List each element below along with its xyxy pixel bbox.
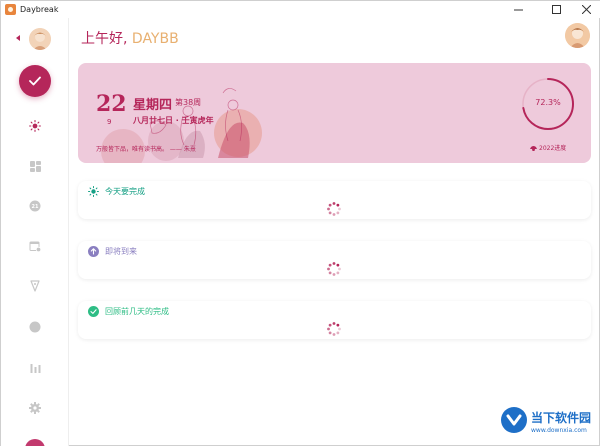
sidebar-item-circle[interactable] [28,320,42,334]
gear-icon [29,402,41,414]
sidebar-item-today[interactable] [28,119,42,133]
greeting-prefix: 上午好, [81,31,132,47]
day-number: 22 [96,91,127,117]
watermark-name: 当下软件园 [531,411,592,425]
calendar-icon [29,241,41,252]
sun-icon [29,120,41,132]
stats-icon [30,363,40,373]
month-number: 9 [107,118,112,126]
pin-icon [30,280,40,292]
sun-icon [88,186,99,197]
page-title: 上午好, DAYBB [81,28,179,48]
title-bar: Daybreak [1,1,600,18]
loading-spinner-icon [327,202,341,216]
section-upcoming: 即将到来 [78,241,591,279]
lunar-date: 八月廿七日 · 壬寅虎年 [133,116,214,125]
maximize-button[interactable] [542,1,570,18]
minimize-icon [513,9,523,11]
window-title: Daybreak [20,5,59,14]
minimize-button[interactable] [504,1,532,18]
sidebar-item-pin[interactable] [28,279,42,293]
countdown-icon: 21 [29,200,41,212]
section-header[interactable]: 今天要完成 [88,186,145,197]
app-window: Daybreak 21 上午好, DAYBB 22 9 星期四 第38周 八月廿… [0,0,600,446]
user-name: DAYBB [131,31,179,47]
section-header[interactable]: 即将到来 [88,246,137,257]
section-title: 即将到来 [105,247,137,256]
sidebar: 21 [1,18,69,446]
loading-spinner-icon [327,322,341,336]
year-progress-value: 72.3% [535,98,561,107]
close-icon [581,5,591,14]
add-task-button[interactable] [19,65,51,97]
loading-spinner-icon [327,262,341,276]
sidebar-item-calendar[interactable] [28,239,42,253]
sidebar-item-stats[interactable] [28,360,42,374]
check-circle-icon [88,306,99,317]
checkmark-icon [29,76,41,86]
watermark-url: www.downxia.com [531,427,587,434]
weekday: 星期四 [133,98,173,113]
app-logo-icon [5,4,16,15]
section-review: 回顾前几天的完成 [78,301,591,339]
year-progress-label: 2022进度 [530,143,590,152]
watermark-logo-icon [501,407,527,433]
sidebar-item-dashboard[interactable] [28,159,42,173]
bottom-avatar[interactable] [25,439,45,446]
section-today: 今天要完成 [78,181,591,219]
dashboard-icon [29,160,41,172]
sidebar-item-settings[interactable] [28,401,42,415]
maximize-icon [551,5,561,14]
svg-text:21: 21 [32,204,39,210]
arrow-up-icon [88,246,99,257]
section-header[interactable]: 回顾前几天的完成 [88,306,169,317]
week-number: 第38周 [175,98,202,107]
watermark: 当下软件园 www.downxia.com [501,405,600,446]
sidebar-item-countdown[interactable]: 21 [28,199,42,213]
section-title: 回顾前几天的完成 [105,307,169,316]
tiger-icon [530,145,537,151]
date-banner: 22 9 星期四 第38周 八月廿七日 · 壬寅虎年 万般皆下品，唯有读书高。 … [78,63,591,163]
circle-icon [29,321,41,333]
avatar[interactable] [29,28,51,50]
collapse-arrow-icon[interactable] [16,35,20,41]
close-button[interactable] [572,1,600,18]
daily-quote: 万般皆下品，唯有读书高。 —— 朱熹 [96,146,196,153]
user-avatar[interactable] [565,23,590,48]
section-title: 今天要完成 [105,187,145,196]
